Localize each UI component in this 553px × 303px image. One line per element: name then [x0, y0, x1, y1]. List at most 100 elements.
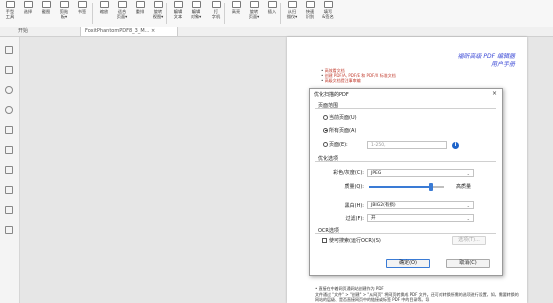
optimize-scanned-pdf-dialog: 优化扫描的PDF × 页面范围 当前页面(U) 所有页面(A) 页面(E): 1… — [309, 88, 503, 276]
rotate-icon — [153, 1, 163, 8]
ocr-divider — [315, 233, 496, 234]
radio-icon — [323, 141, 328, 147]
navigation-sidebar — [0, 37, 20, 303]
chevron-down-icon: ⌄ — [466, 203, 470, 208]
mono-compression-value: JBIG2(有损) — [371, 203, 396, 208]
ribbon-button-clipboard[interactable]: 剪贴 板▾ — [56, 0, 72, 27]
page-body-text: 直接在中着网页通网站创建作为 PDF 文件通过 "文件" > "创建" > "从… — [315, 286, 520, 303]
color-compression-value: JPEG — [371, 171, 382, 176]
filter-label: 过滤(F): — [345, 216, 364, 222]
ribbon-button-select[interactable]: 选择 — [20, 0, 36, 27]
security-panel-icon[interactable] — [5, 146, 13, 154]
cancel-button[interactable]: 取消(C) — [446, 259, 490, 268]
ribbon-button-zoom[interactable]: 缩放 — [96, 0, 112, 27]
clipboard-icon — [59, 1, 69, 8]
mono-compression-label: 黑白(H): — [344, 203, 364, 209]
info-icon[interactable]: i — [452, 142, 459, 149]
signature-panel-icon[interactable] — [5, 166, 13, 174]
comments-panel-icon[interactable] — [5, 86, 13, 94]
page-range-input[interactable]: 1-250, — [367, 141, 447, 149]
hand-icon — [5, 1, 15, 8]
page-link[interactable]: 高级文档提注事审编 — [321, 78, 396, 83]
ribbon-button-label: 从扫 描仪▾ — [286, 9, 298, 19]
ribbon-button-label: 打 字机 — [211, 9, 221, 19]
page-range-divider — [315, 108, 496, 109]
quality-high-label: 高质量 — [456, 184, 472, 190]
quality-slider-thumb[interactable] — [428, 183, 433, 191]
ocr-checkbox[interactable]: 使可搜索(运行OCR)(S) — [322, 237, 381, 244]
ribbon-button-scanner[interactable]: 从扫 描仪▾ — [284, 0, 300, 27]
ribbon-button-typewriter[interactable]: 打 字机 — [208, 0, 224, 27]
color-compression-label: 彩色/灰度(C): — [333, 170, 364, 176]
scanner-icon — [287, 1, 297, 8]
ribbon-button-insert[interactable]: 插入 — [264, 0, 280, 27]
edit-text-icon — [173, 1, 183, 8]
ribbon-button-reflow[interactable]: 重排 — [132, 0, 148, 27]
ribbon-button-edit-object[interactable]: 编辑 对象▾ — [188, 0, 204, 27]
radio-all-pages-label: 所有页面(A) — [329, 128, 357, 134]
ribbon-button-label: 快速 识别 — [305, 9, 315, 19]
mono-compression-select[interactable]: JBIG2(有损) ⌄ — [367, 201, 474, 209]
ribbon-button-edit-text[interactable]: 编辑 文本 — [170, 0, 186, 27]
ribbon-separator — [166, 3, 167, 24]
content-panel-icon[interactable] — [5, 186, 13, 194]
ribbon-button-highlight[interactable]: 高亮 — [228, 0, 244, 27]
ribbon-button-label: 适合 页面▾ — [116, 9, 128, 19]
pages-panel-icon[interactable] — [5, 66, 13, 74]
ocr-settings-button[interactable]: 选项(T)... — [452, 236, 486, 245]
ok-button[interactable]: 确定(O) — [386, 259, 430, 268]
pen-panel-icon[interactable] — [5, 206, 13, 214]
properties-panel-icon[interactable] — [5, 226, 13, 234]
layers-panel-icon[interactable] — [5, 106, 13, 114]
rotate-page-icon — [249, 1, 259, 8]
tab-document[interactable]: FoxitPhantomPDF8_3_M... × — [80, 27, 178, 36]
ribbon-button-label: 编辑 文本 — [173, 9, 183, 19]
quality-slider-fill — [369, 186, 431, 188]
radio-current-page[interactable]: 当前页面(U) — [323, 114, 357, 121]
radio-page-range-label: 页面(E): — [329, 142, 348, 148]
radio-page-range[interactable]: 页面(E): — [323, 141, 348, 148]
ribbon-button-fill-sign[interactable]: 填写 &签名 — [320, 0, 336, 27]
chevron-down-icon: ⌄ — [466, 171, 470, 176]
ribbon-button-label: 缩放 — [99, 9, 109, 14]
quality-label: 质量(Q): — [344, 184, 364, 190]
ribbon-button-ocr[interactable]: 快速 识别 — [302, 0, 318, 27]
ribbon-button-rotate[interactable]: 旋转 视图▾ — [150, 0, 166, 27]
page-title: 福昕高级 PDF 编辑器 用户手册 — [457, 53, 515, 69]
ribbon-button-label: 高亮 — [231, 9, 241, 14]
fill-sign-icon — [323, 1, 333, 8]
ribbon-toolbar: 手型 工具 选择 截图 剪贴 板▾ 书签 缩放 适合 页面▾ 重排 旋转 视图▾ 编辑 文本 编辑 … — [0, 0, 553, 28]
page-paragraph: 文件通过 "文件" > "创建" > "从网页" 将网页转换成 PDF 文件。还… — [315, 291, 519, 303]
fit-page-icon — [117, 1, 127, 8]
radio-current-page-label: 当前页面(U) — [329, 115, 357, 121]
attachments-panel-icon[interactable] — [5, 126, 13, 134]
ribbon-button-snapshot[interactable]: 截图 — [38, 0, 54, 27]
quality-slider[interactable] — [369, 183, 444, 191]
ribbon-button-fit-page[interactable]: 适合 页面▾ — [114, 0, 130, 27]
page-link-list: 高效看文档 创建 PDF/A, PDF/E 和 PDF/X 标准文档 高级文档提… — [321, 68, 396, 83]
bookmark-panel-icon[interactable] — [5, 46, 13, 54]
ribbon-button-label: 插入 — [267, 9, 277, 14]
radio-all-pages[interactable]: 所有页面(A) — [323, 127, 356, 134]
ribbon-button-bookmark[interactable]: 书签 — [74, 0, 90, 27]
color-compression-select[interactable]: JPEG ⌄ — [367, 169, 474, 177]
chevron-down-icon: ⌄ — [466, 216, 470, 221]
filter-value: 开 — [371, 216, 376, 221]
radio-icon — [323, 114, 328, 120]
ocr-checkbox-label: 使可搜索(运行OCR)(S) — [329, 238, 381, 244]
ribbon-button-rotate-page[interactable]: 旋转 页面▾ — [246, 0, 262, 27]
ribbon-separator — [224, 3, 225, 24]
reflow-icon — [135, 1, 145, 8]
page-title-line1: 福昕高级 PDF 编辑器 — [457, 53, 515, 60]
ribbon-button-hand[interactable]: 手型 工具 — [2, 0, 18, 27]
dialog-title: 优化扫描的PDF — [314, 92, 349, 98]
radio-selected-icon — [323, 127, 328, 133]
ribbon-button-label: 旋转 页面▾ — [248, 9, 260, 19]
bookmark-icon — [77, 1, 87, 8]
ribbon-button-label: 书签 — [77, 9, 87, 14]
optimize-divider — [315, 161, 496, 162]
tab-start[interactable]: 开始 — [14, 27, 32, 36]
close-icon[interactable]: × — [492, 90, 497, 97]
filter-select[interactable]: 开 ⌄ — [367, 214, 474, 222]
ribbon-button-label: 旋转 视图▾ — [152, 9, 164, 19]
